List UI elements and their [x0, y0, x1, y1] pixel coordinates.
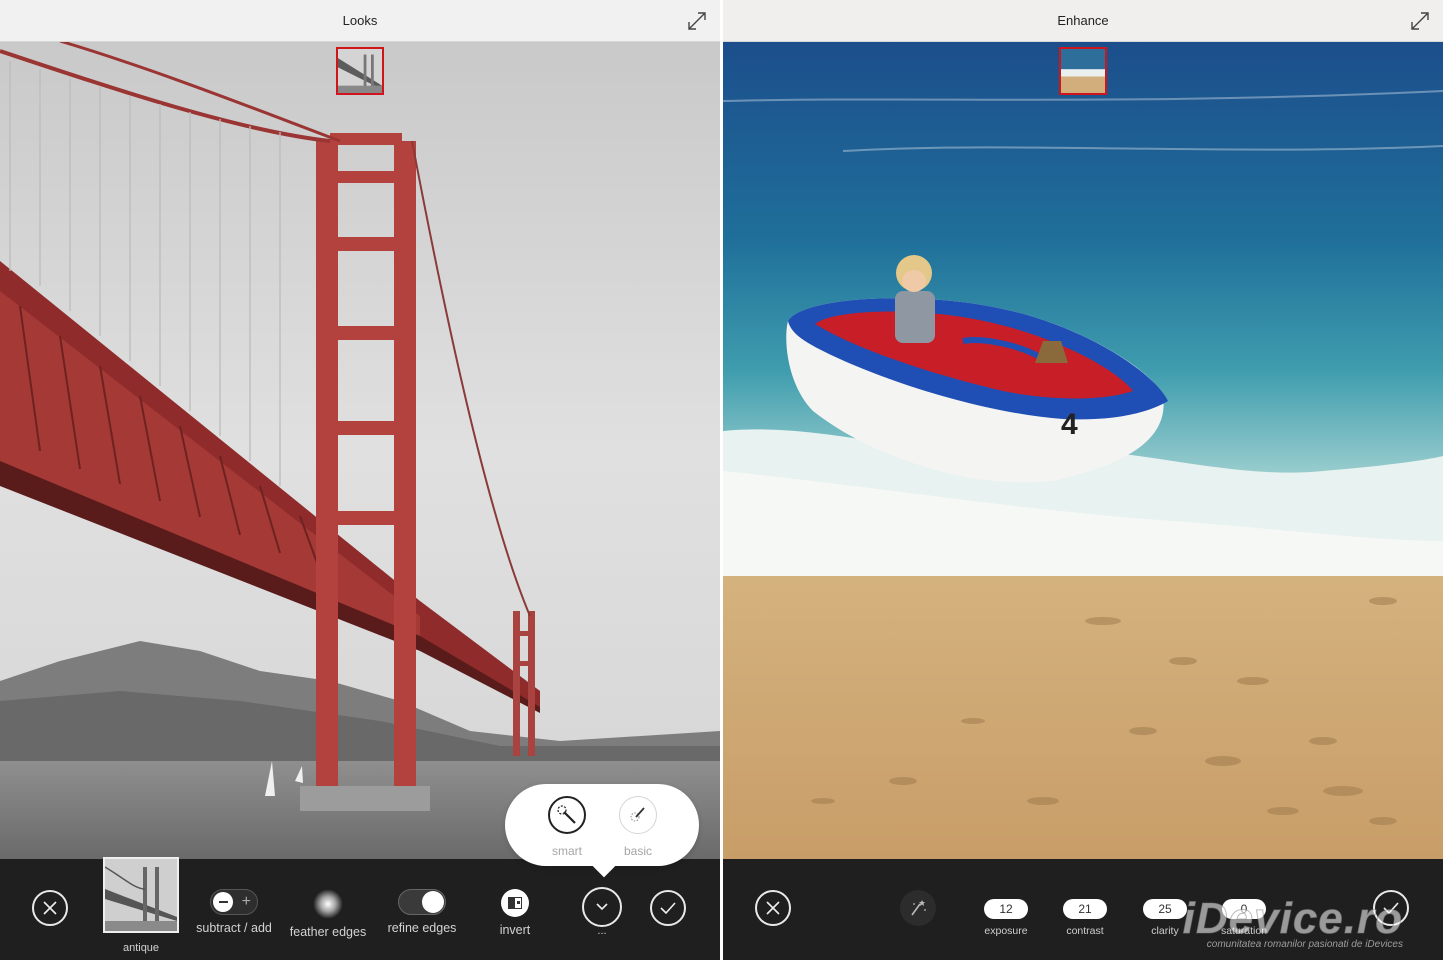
subtract-add-label: subtract / add: [196, 921, 272, 935]
cancel-button[interactable]: [32, 890, 68, 926]
beach-photo[interactable]: [723, 41, 1443, 859]
apply-button[interactable]: [1373, 890, 1409, 926]
close-icon: [32, 890, 68, 926]
enhance-preview-thumbnail[interactable]: [1059, 47, 1107, 95]
saturation-label: saturation: [1220, 925, 1268, 937]
more-dots: ...: [597, 925, 607, 937]
antique-label: antique: [122, 942, 160, 954]
basic-brush-icon: [619, 796, 657, 834]
enhance-panel: Enhance 4 12 exposure 21 contrast 25 cla…: [723, 0, 1443, 960]
bridge-photo[interactable]: [0, 41, 720, 859]
exposure-slider[interactable]: 12 exposure: [981, 899, 1031, 937]
refine-edges-toggle[interactable]: refine edges: [384, 889, 460, 935]
looks-titlebar: Looks: [0, 0, 720, 42]
expand-icon[interactable]: [1409, 10, 1431, 32]
auto-enhance-button[interactable]: [900, 890, 936, 926]
plus-icon: +: [241, 893, 251, 910]
exposure-label: exposure: [984, 925, 1028, 937]
selection-mode-button[interactable]: ...: [582, 887, 622, 937]
close-icon: [755, 890, 791, 926]
invert-label: invert: [499, 923, 531, 937]
checkmark-icon: [1373, 890, 1409, 926]
smart-selection-option[interactable]: smart: [537, 796, 597, 858]
contrast-value: 21: [1063, 899, 1107, 919]
feather-icon: [313, 889, 343, 919]
saturation-value: 0: [1222, 899, 1266, 919]
cancel-button[interactable]: [755, 890, 791, 926]
saturation-slider[interactable]: 0 saturation: [1219, 899, 1269, 937]
refine-edges-switch: [398, 889, 446, 915]
subtract-add-toggle[interactable]: + subtract / add: [192, 889, 276, 935]
feather-edges-label: feather edges: [289, 925, 367, 939]
invert-button[interactable]: invert: [490, 889, 540, 937]
minus-icon: [213, 892, 233, 912]
enhance-titlebar: Enhance: [723, 0, 1443, 42]
antique-thumbnail-image: [103, 857, 179, 933]
smart-label: smart: [552, 844, 582, 858]
invert-icon: [501, 889, 529, 917]
clarity-label: clarity: [1151, 925, 1179, 937]
contrast-slider[interactable]: 21 contrast: [1060, 899, 1110, 937]
clarity-value: 25: [1143, 899, 1187, 919]
checkmark-icon: [650, 890, 686, 926]
chevron-down-icon: [582, 887, 622, 927]
boat-number: 4: [1061, 408, 1078, 441]
expand-icon[interactable]: [686, 10, 708, 32]
refine-switch-knob: [422, 891, 444, 913]
feather-edges-button[interactable]: feather edges: [287, 889, 369, 939]
basic-selection-option[interactable]: basic: [608, 796, 668, 858]
magic-wand-icon: [900, 890, 936, 926]
selection-mode-popover: smart basic: [505, 784, 699, 878]
looks-preview-thumbnail[interactable]: [336, 47, 384, 95]
looks-toolbar: antique + subtract / add feather edges r…: [0, 857, 720, 960]
look-antique-thumbnail[interactable]: antique: [102, 857, 180, 954]
enhance-title: Enhance: [1057, 13, 1109, 28]
enhance-toolbar: 12 exposure 21 contrast 25 clarity 0 sat…: [723, 859, 1443, 960]
looks-title: Looks: [342, 13, 378, 28]
smart-brush-icon: [548, 796, 586, 834]
subtract-add-switch: +: [210, 889, 258, 915]
exposure-value: 12: [984, 899, 1028, 919]
basic-label: basic: [623, 844, 652, 858]
looks-panel: Looks smart basic antique + subtract / a…: [0, 0, 720, 960]
apply-button[interactable]: [650, 890, 686, 926]
clarity-slider[interactable]: 25 clarity: [1140, 899, 1190, 937]
refine-edges-label: refine edges: [387, 921, 457, 935]
contrast-label: contrast: [1066, 925, 1104, 937]
